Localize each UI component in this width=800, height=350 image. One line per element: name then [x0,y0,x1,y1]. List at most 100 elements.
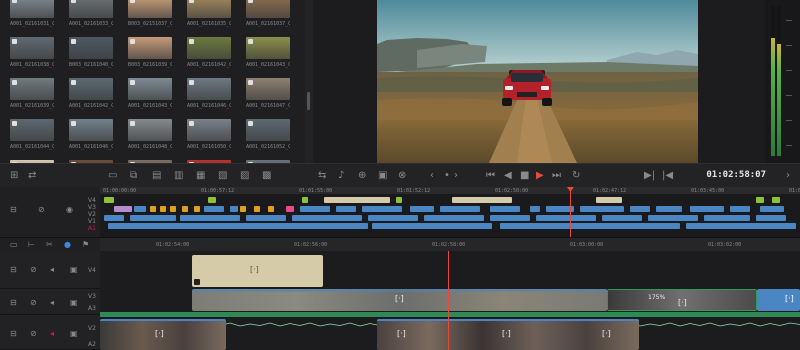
jog-icon[interactable]: • [444,170,450,182]
mini-clip[interactable] [108,223,368,229]
replace-icon[interactable]: ▦ [196,170,205,182]
resize-grip[interactable] [307,92,310,110]
mini-clip[interactable] [114,206,132,212]
mini-clip[interactable] [648,215,698,221]
mark-out-icon[interactable]: |◀ [662,170,673,182]
panel-divider[interactable] [305,0,313,163]
mini-clip[interactable] [336,206,356,212]
trim-mode-icon[interactable]: ⊢ [28,240,35,249]
mini-clip[interactable] [230,206,238,212]
mini-clip[interactable] [254,206,260,212]
mini-clip[interactable] [170,206,176,212]
mini-clip[interactable] [760,206,784,212]
mark-in-icon[interactable]: ▶| [644,170,655,182]
mini-playhead[interactable] [570,187,571,237]
blade-icon[interactable]: ⧉ [130,170,137,182]
media-pool-clip[interactable]: B003_02151037_C... [128,0,172,28]
mini-clip[interactable] [362,206,402,212]
mini-clip[interactable] [536,215,596,221]
media-pool-clip[interactable]: A001_02161031_C... [10,0,54,28]
fast-forward-icon[interactable]: ⏭ [552,170,561,182]
mini-clip[interactable] [704,215,750,221]
mini-clip[interactable] [208,197,216,203]
stop-icon[interactable]: ■ [520,170,529,182]
mini-clip[interactable] [182,206,188,212]
mini-clip[interactable] [286,206,294,212]
mini-clip[interactable] [756,197,764,203]
overwrite-icon[interactable]: ▥ [174,170,183,182]
mini-clip[interactable] [368,215,418,221]
mute-icon[interactable]: ◂ [50,265,54,274]
viewer-frame[interactable] [377,0,698,163]
media-pool-clip[interactable]: B003_02161040_C... [69,37,113,69]
insert-icon[interactable]: ▤ [152,170,161,182]
media-pool-clip[interactable]: A001_02161052_C... [246,119,290,151]
main-ruler[interactable]: 01:02:54:00 01:02:56:00 01:02:58:00 01:03:0… [100,238,800,252]
lock-icon[interactable]: ⊟ [10,298,17,307]
media-pool-clip[interactable]: A001_02161047_C... [246,78,290,110]
mini-clip[interactable] [130,215,176,221]
mini-clip[interactable] [204,206,224,212]
media-pool-clip[interactable]: A001_02161042_C... [69,78,113,110]
mini-clip[interactable] [240,206,246,212]
link-icon[interactable]: ⊗ [398,170,406,182]
lock-icon[interactable]: ⊟ [10,265,17,274]
media-pool-clip[interactable]: A001_02161043_C... [128,78,172,110]
mini-clip[interactable] [440,206,480,212]
visibility-icon[interactable]: ◉ [66,205,73,214]
mini-clip[interactable] [150,206,156,212]
mini-clip[interactable] [180,215,240,221]
place-on-top-icon[interactable]: ▨ [240,170,249,182]
auto-select-icon[interactable]: ⊘ [30,329,37,338]
mini-clip[interactable] [246,215,286,221]
mini-clip[interactable] [134,206,146,212]
skip-to-start-icon[interactable]: ⏮ [486,170,495,182]
mini-ruler[interactable]: 01:00:00:00 01:00:57:12 01:01:55:00 01:01:5… [100,187,800,194]
media-pool-clip[interactable]: A001_02161042_C... [187,37,231,69]
mini-clip[interactable] [324,197,390,203]
mini-clip[interactable] [452,197,512,203]
mini-clip[interactable] [292,215,362,221]
mini-clip[interactable] [490,206,520,212]
media-pool-clip[interactable]: A001_02161035_C... [187,0,231,28]
visibility-icon[interactable]: ▣ [70,329,78,338]
title-clip[interactable]: [·] [192,255,323,287]
mini-clip[interactable] [500,223,680,229]
mute-icon[interactable]: ◂ [50,298,54,307]
media-pool-clip[interactable]: A001_02161039_C... [10,78,54,110]
ripple-icon[interactable]: ⇆ [318,170,326,182]
playhead[interactable] [448,251,449,350]
mini-clip[interactable] [730,206,750,212]
media-pool-clip[interactable]: A001_02161043_C... [246,37,290,69]
mini-clip[interactable] [372,223,492,229]
loop-icon[interactable]: ↻ [572,170,580,182]
visibility-icon[interactable]: ▣ [70,265,78,274]
play-icon[interactable]: ▶ [536,170,544,182]
auto-select-icon[interactable]: ⊘ [30,265,37,274]
auto-select-icon[interactable]: ⊘ [38,205,45,214]
mini-clip[interactable] [690,206,724,212]
mini-clip[interactable] [424,215,484,221]
auto-select-icon[interactable]: ⊘ [30,298,37,307]
media-pool-clip[interactable]: A001_02161044_C... [10,119,54,151]
split-icon[interactable]: ⇄ [28,170,36,182]
video-clip-v3-b[interactable]: 175% [·] [607,289,757,311]
media-pool-clip[interactable]: A001_02161048_C... [128,119,172,151]
mini-clip[interactable] [194,206,200,212]
rewind-icon[interactable]: ◀ [504,170,512,182]
media-pool-clip[interactable]: A001_02161046_C... [187,78,231,110]
media-pool-clip[interactable]: A001_02161033_C... [69,0,113,28]
scroll-right-icon[interactable]: › [786,170,790,182]
media-pool-clip[interactable]: B003_02161039_C... [128,37,172,69]
mini-clip[interactable] [756,215,786,221]
razor-icon[interactable]: ✂ [46,240,53,249]
mini-clip[interactable] [490,215,530,221]
mini-clip[interactable] [410,206,434,212]
lock-icon[interactable]: ⊟ [10,329,17,338]
mini-clip[interactable] [268,206,274,212]
append-icon[interactable]: ▩ [262,170,271,182]
mini-clip[interactable] [656,206,682,212]
mini-clip[interactable] [302,197,308,203]
link-selection-icon[interactable]: ● [64,240,71,249]
mini-clip[interactable] [396,197,402,203]
